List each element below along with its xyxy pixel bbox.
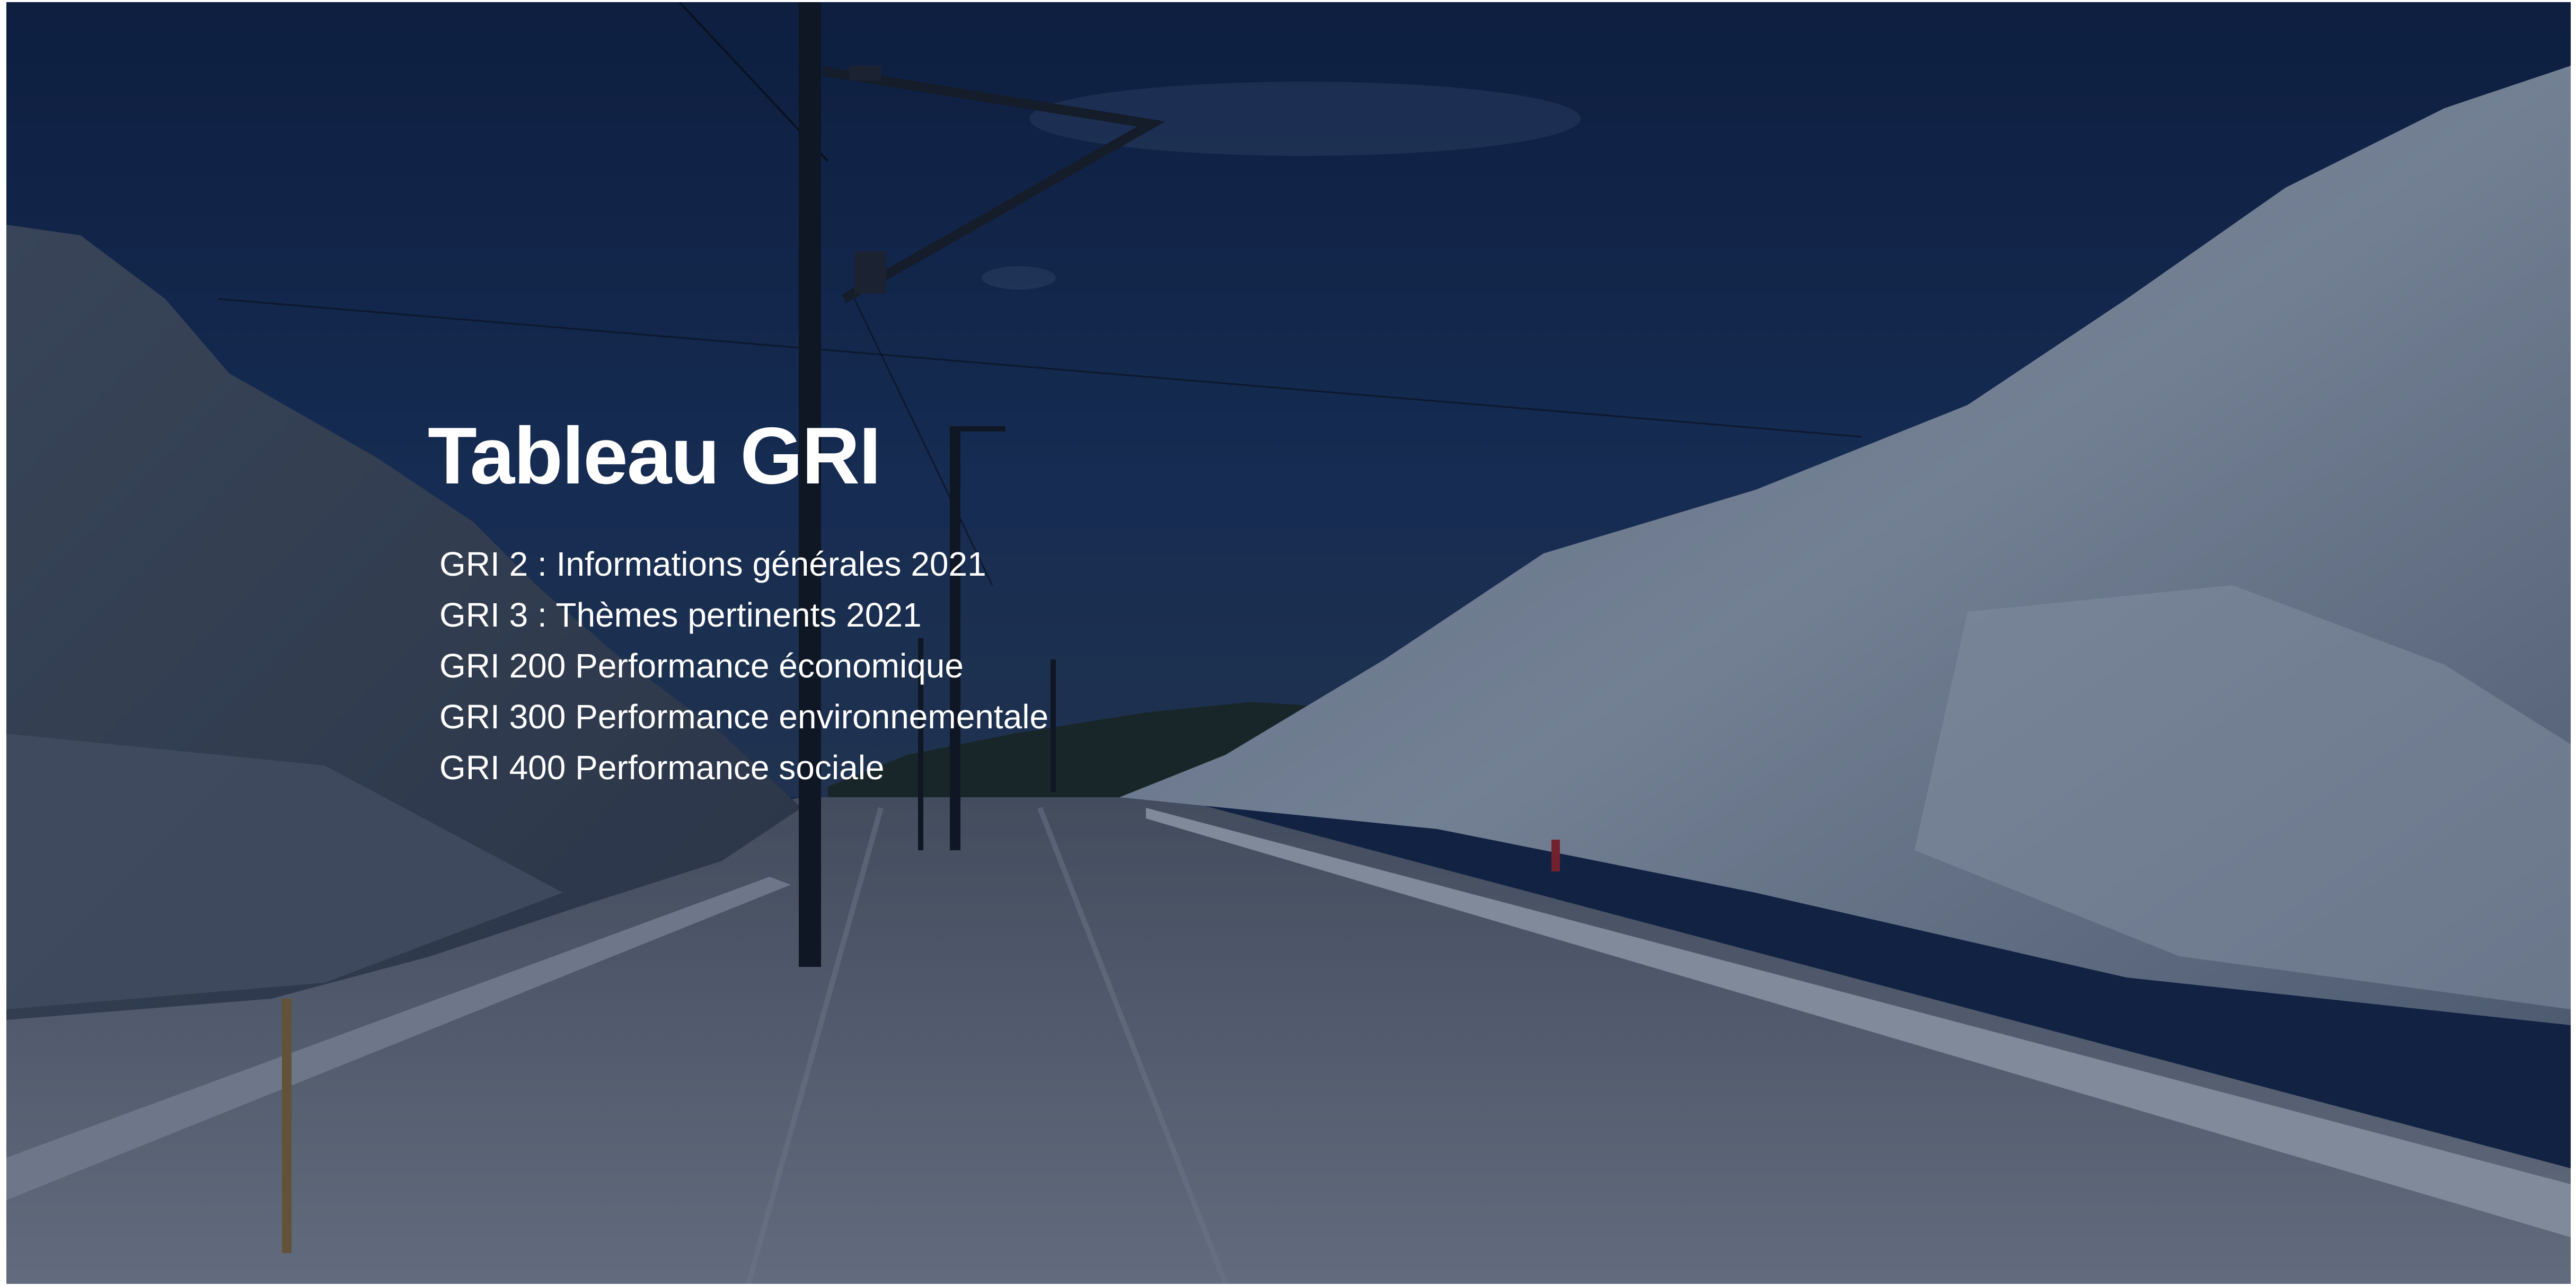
link-gri-200[interactable]: GRI 200 Performance économique bbox=[439, 640, 1276, 691]
link-gri-3[interactable]: GRI 3 : Thèmes pertinents 2021 bbox=[439, 589, 1276, 640]
link-gri-300[interactable]: GRI 300 Performance environnementale bbox=[439, 691, 1276, 742]
page-title: Tableau GRI bbox=[428, 411, 881, 501]
link-gri-400[interactable]: GRI 400 Performance sociale bbox=[439, 742, 1276, 793]
link-gri-2[interactable]: GRI 2 : Informations générales 2021 bbox=[439, 539, 1276, 589]
gri-section-list: GRI 2 : Informations générales 2021 GRI … bbox=[428, 539, 1276, 793]
background-photo bbox=[6, 2, 2571, 1284]
hero-content: Tableau GRI GRI 2 : Informations général… bbox=[428, 416, 1276, 793]
hero-banner: Tableau GRI GRI 2 : Informations général… bbox=[6, 2, 2571, 1284]
